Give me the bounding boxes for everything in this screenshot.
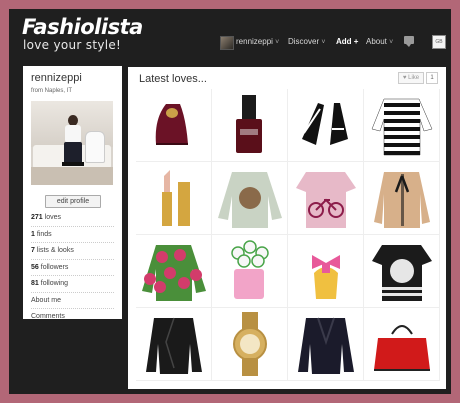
like-button[interactable]: ♥ Like [398,72,424,84]
like-count: 1 [426,72,438,84]
tagline: love your style! [23,38,122,52]
stat-label: finds [36,230,52,238]
stat-label: lists & looks [36,247,74,254]
user-avatar-icon[interactable] [220,36,234,50]
product-tile[interactable] [136,89,212,162]
product-tile[interactable] [136,162,212,235]
stat-count: 56 [31,263,39,271]
striped-sweater-icon [371,98,433,156]
loafer-icon [155,104,188,145]
lipstick-icon [162,170,190,226]
product-tile[interactable] [288,89,364,162]
link-about-me[interactable]: About me [31,293,114,309]
product-tile[interactable] [364,162,440,235]
product-tile[interactable] [288,235,364,308]
product-tile[interactable] [136,235,212,308]
top-header: Fashiolista love your style! rennizeppi … [9,9,451,62]
blazer-icon [298,317,354,374]
chevron-down-icon: ˅ [275,39,280,46]
product-tile[interactable] [288,308,364,381]
product-tile[interactable] [212,308,288,381]
stat-count: 81 [31,280,39,287]
stat-finds[interactable]: 1 finds [31,227,114,243]
bicycle-tee-icon [296,172,356,228]
product-tile[interactable] [136,308,212,381]
profile-sidebar: rennizeppi from Naples, IT edit profile … [23,66,122,320]
floral-sweatshirt-icon [142,245,206,301]
stat-count: 271 [31,214,43,221]
product-tile[interactable] [364,89,440,162]
language-button[interactable]: GB [432,35,446,49]
pointed-flats-icon [302,103,348,145]
biker-jacket-icon [146,317,202,374]
nav-discover-label: Discover [288,37,320,46]
bow-perfume-icon [312,255,340,299]
tiger-tee-icon [372,245,432,301]
stat-label: Comments [31,313,65,320]
panel-title: Latest loves... [139,73,207,85]
product-tile[interactable] [364,308,440,381]
nav-user-label: rennizeppi [236,37,273,46]
product-tile[interactable] [212,162,288,235]
latest-loves-panel: Latest loves... ♥ Like 1 [128,67,446,389]
stat-loves[interactable]: 271 loves [31,210,114,227]
stat-label: loves [44,214,61,221]
nav-about-label: About [366,37,387,46]
nav-discover-menu[interactable]: Discover ˅ [288,35,325,49]
stat-followers[interactable]: 56 followers [31,260,114,276]
stat-label: following [40,280,68,287]
stat-lists-looks[interactable]: 7 lists & looks [31,243,114,260]
sweatshirt-icon [218,172,282,228]
messages-icon[interactable] [404,36,414,47]
link-comments[interactable]: Comments [31,309,114,325]
handbag-icon [374,325,430,371]
profile-location: from Naples, IT [31,88,73,94]
stat-count: 1 [31,230,35,238]
profile-username[interactable]: rennizeppi [31,72,82,84]
stat-label: About me [31,296,61,304]
edit-profile-button[interactable]: edit profile [45,195,101,208]
product-tile[interactable] [212,89,288,162]
nav-about-menu[interactable]: About ˅ [366,35,393,49]
stat-count: 7 [31,247,35,254]
logo[interactable]: Fashiolista [22,16,143,38]
product-tile[interactable] [212,235,288,308]
nav-add-button[interactable]: Add + [336,35,358,49]
nav-user-menu[interactable]: rennizeppi ˅ [236,35,279,49]
product-tile[interactable] [288,162,364,235]
profile-stats: 271 loves 1 finds 7 lists & looks 56 fol… [31,210,114,325]
product-tile[interactable] [364,235,440,308]
watch-icon [233,312,267,376]
stat-following[interactable]: 81 following [31,276,114,293]
daisy-perfume-icon [231,240,269,299]
chevron-down-icon: ˅ [321,39,326,46]
page-frame: Fashiolista love your style! rennizeppi … [9,9,451,394]
nail-polish-icon [236,95,262,153]
like-label: Like [408,75,420,81]
stat-label: followers [40,263,69,271]
profile-photo[interactable] [31,101,113,185]
chevron-down-icon: ˅ [389,39,394,46]
cardigan-icon [374,172,430,228]
